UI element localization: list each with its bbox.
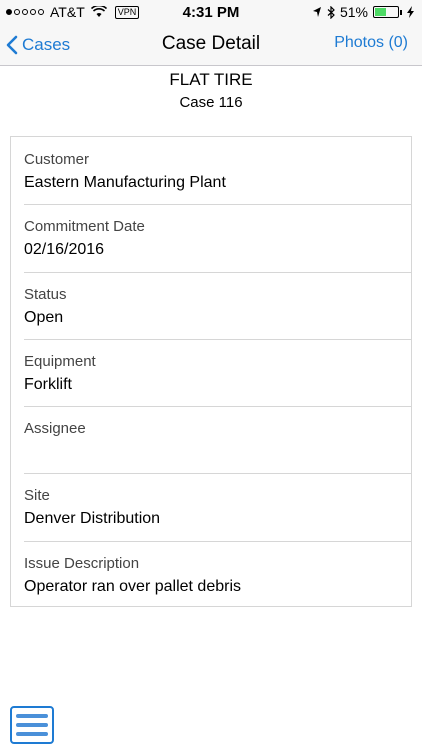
case-header: FLAT TIRE Case 116: [0, 68, 422, 113]
charging-icon: [407, 6, 414, 18]
field-value: Eastern Manufacturing Plant: [24, 174, 226, 191]
status-bar: AT&T VPN 4:31 PM 51%: [0, 0, 422, 24]
field-label: Status: [24, 285, 67, 303]
field-issue-description: Issue Description Operator ran over pall…: [11, 540, 411, 608]
field-value: Denver Distribution: [24, 510, 161, 528]
field-assignee: Assignee: [11, 406, 411, 473]
field-value: Operator ran over pallet debris: [24, 577, 241, 595]
field-site: Site Denver Distribution: [11, 473, 411, 540]
field-label: Site: [24, 487, 50, 505]
case-detail-list: Customer Eastern Manufacturing Plant Com…: [10, 136, 412, 607]
bluetooth-icon: [327, 5, 335, 19]
field-value: 02/16/2016: [24, 241, 105, 259]
hamburger-menu-icon[interactable]: [10, 706, 54, 744]
field-commitment-date: Commitment Date 02/16/2016: [11, 204, 411, 271]
navigation-bar: Cases Case Detail Photos (0): [0, 24, 422, 66]
field-equipment: Equipment Forklift: [11, 338, 411, 406]
photos-button[interactable]: Photos (0): [334, 34, 408, 52]
case-title: FLAT TIRE: [169, 70, 253, 89]
field-value: Open: [24, 308, 64, 326]
status-right: 51%: [312, 4, 414, 20]
battery-icon: [373, 6, 399, 18]
field-label: Issue Description: [24, 554, 140, 572]
field-label: Assignee: [24, 420, 86, 438]
field-customer: Customer Eastern Manufacturing Plant: [11, 137, 411, 204]
field-status: Status Open: [11, 271, 411, 339]
field-label: Customer: [24, 151, 90, 168]
location-arrow-icon: [312, 7, 321, 17]
battery-percent: 51%: [339, 4, 368, 20]
field-value: Forklift: [24, 375, 72, 393]
field-label: Commitment Date: [24, 218, 145, 236]
case-number: Case 116: [179, 94, 243, 111]
field-label: Equipment: [24, 352, 96, 370]
